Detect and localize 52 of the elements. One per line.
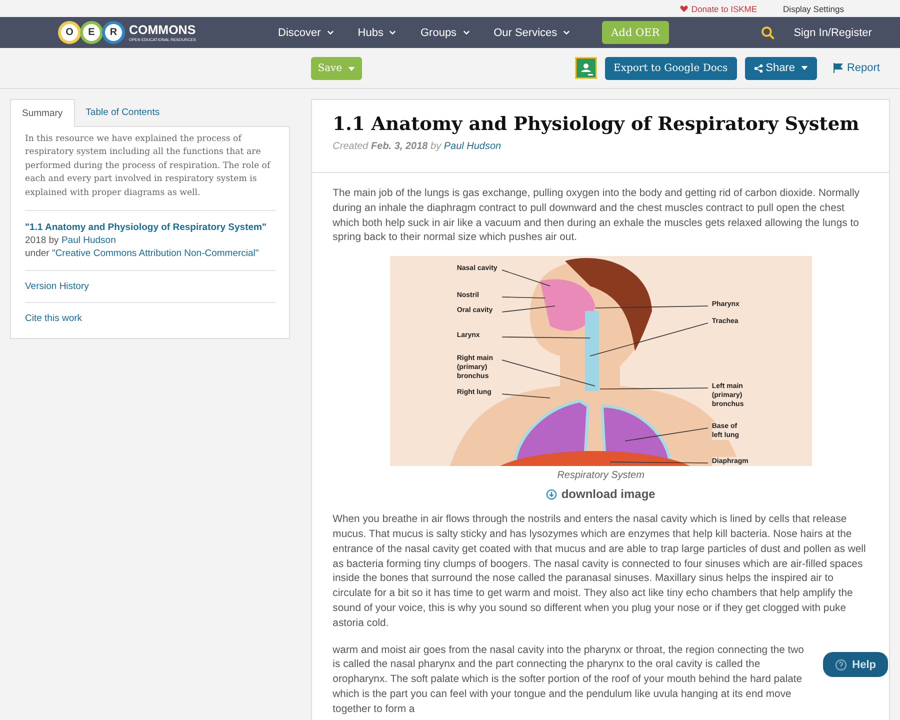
created-label: Created xyxy=(332,141,368,152)
leader-line xyxy=(501,270,550,287)
nav-menu-item[interactable]: Our Services xyxy=(494,26,570,38)
display-settings-link[interactable]: Display Settings xyxy=(783,4,844,14)
author-link[interactable]: Paul Hudson xyxy=(61,235,116,246)
article-title: 1.1 Anatomy and Physiology of Respiratory System xyxy=(332,114,860,135)
year-text: 2018 by xyxy=(25,235,59,246)
help-icon xyxy=(835,658,848,670)
resource-title-link[interactable]: "1.1 Anatomy and Physiology of Respiratory System" xyxy=(25,222,266,234)
created-date: Feb. 3, 2018 xyxy=(371,141,428,152)
flag-icon xyxy=(832,63,843,73)
share-icon xyxy=(754,64,763,72)
leader-line xyxy=(501,394,550,399)
chevron-down-icon xyxy=(326,30,334,35)
chevron-down-icon xyxy=(462,30,470,35)
classroom-icon[interactable] xyxy=(574,57,597,79)
by-label: by xyxy=(430,141,442,152)
license-prefix: under xyxy=(25,248,50,260)
sidebar-link[interactable]: Cite this work xyxy=(25,313,82,324)
download-icon xyxy=(546,488,558,500)
download-image-link[interactable]: download image xyxy=(546,487,656,502)
report-link[interactable]: Report xyxy=(832,62,880,74)
heart-icon xyxy=(680,5,688,12)
caret-icon xyxy=(348,66,356,70)
logo-letter[interactable]: O xyxy=(58,21,81,44)
summary-text: In this resource we have explained the process of respiratory system including all the functions that are performed during the process of respiration. The role of each and every part involved in respiratory system is explained with proper diagrams as well. xyxy=(25,133,276,212)
nav-menu-item[interactable]: Discover xyxy=(278,26,334,38)
leader-line xyxy=(501,306,556,313)
export-button[interactable]: Export to Google Docs xyxy=(604,56,737,80)
logo-letter[interactable]: E xyxy=(80,21,103,44)
share-button[interactable]: Share xyxy=(744,56,817,80)
sidebar-link[interactable]: Version History xyxy=(25,281,89,292)
logo-name[interactable]: COMMONS xyxy=(129,24,196,36)
sidebar-tab[interactable]: Summary xyxy=(10,99,75,127)
author-link[interactable]: Paul Hudson xyxy=(444,141,502,152)
paragraph: warm and moist air goes from the nasal cavity into the pharynx or throat, the region connecting the two is called the nasal pharynx and the part connecting the pharynx to the oral cavity is called the oropharynx. The soft palate which is the softer portion of the roof of your mouth behind the hard palate which is the part you can feel with your tongue and the pendulum like uvula hanging at its end move together to form a xyxy=(332,644,805,717)
help-button[interactable]: Help xyxy=(823,652,888,677)
leader-line xyxy=(501,296,546,299)
sidebar-tab[interactable]: Table of Contents xyxy=(74,99,171,127)
nav-menu-item[interactable]: Groups xyxy=(420,26,470,38)
logo-letter[interactable]: R xyxy=(102,21,125,44)
search-icon[interactable] xyxy=(760,26,775,40)
paragraph: The main job of the lungs is gas exchange, pulling oxygen into the body and getting rid of carbon dioxide. Normally during an inhale the diaphragm contract to pull downward and the chest muscles contract to pull open the chest which both help suck in air like a vacuum and then during an exhale the muscles gets relaxed allowing the lungs to spring back to their normal size which pushes air out. xyxy=(332,187,860,246)
license-link[interactable]: "Creative Commons Attribution Non-Commercial" xyxy=(52,248,259,260)
sign-in-link[interactable]: Sign In/Register xyxy=(794,26,872,38)
caret-icon xyxy=(800,66,808,70)
paragraph: When you breathe in air flows through the nostrils and enters the nasal cavity which is lined by cells that release mucus. That mucus is salty sticky and has lysozymes which are enzymes that help kill bacteria. Nose hairs at the entrance of the nasal cavity get coated with that mucus and are able to trap large particles of dust and pollen as well as bacteria forming tiny clumps of boogers. The nasal cavity is connected to four sinuses which are air-filled spaces inside the bones that surround the nose called the paranasal sinuses. Maxillary sinus helps the inspired air to circulate for a bit so it has time to get warm and moist. They also act like tiny echo chambers that help amplify the sound of your voice, this is why you sound so different when you plug your nose or if they get clogged with puke astoria cold. xyxy=(332,513,867,631)
figure-caption: Respiratory System xyxy=(557,470,644,482)
donate-link[interactable]: Donate to ISKME xyxy=(680,4,758,14)
chevron-down-icon xyxy=(563,30,570,35)
nav-menu-item[interactable]: Hubs xyxy=(358,26,396,38)
chevron-down-icon xyxy=(389,30,396,35)
